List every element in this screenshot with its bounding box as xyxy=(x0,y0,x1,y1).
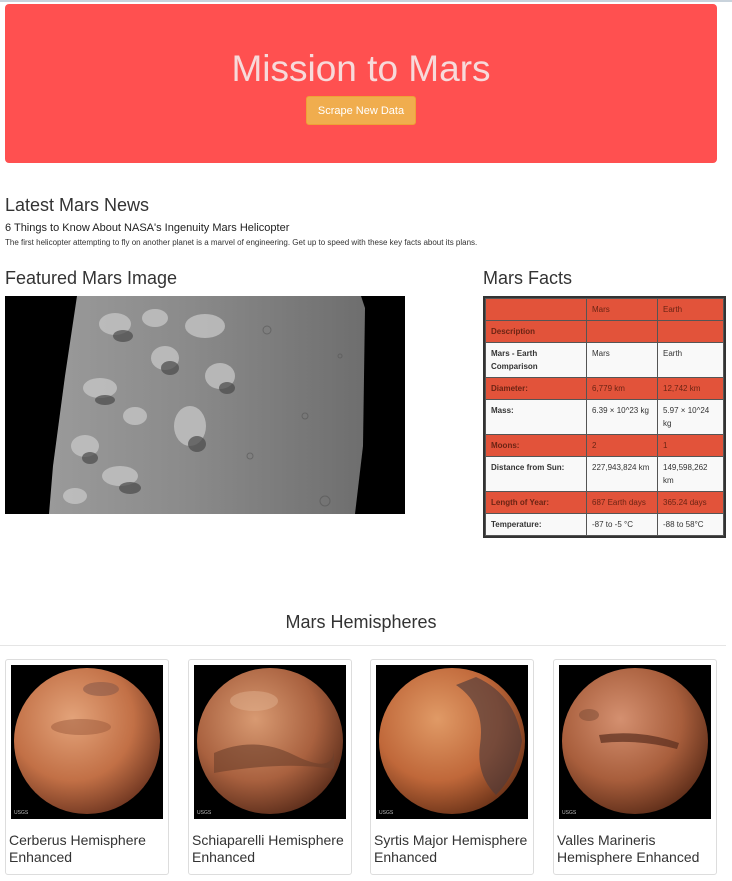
hemisphere-image[interactable]: USGS xyxy=(11,665,163,819)
table-row: Temperature: -87 to -5 °C -88 to 58°C xyxy=(485,513,724,536)
mars-globe-icon xyxy=(14,668,160,814)
table-cell-mars: 6,779 km xyxy=(586,377,658,400)
mars-facts-title: Mars Facts xyxy=(483,268,573,288)
table-cell-earth: 149,598,262 km xyxy=(657,456,724,492)
hemisphere-title[interactable]: Syrtis Major Hemisphere Enhanced xyxy=(374,832,532,866)
table-row: Distance from Sun: 227,943,824 km 149,59… xyxy=(485,456,724,492)
featured-mars-image xyxy=(5,296,405,514)
mars-globe-icon xyxy=(562,668,708,814)
table-cell-earth: Earth xyxy=(657,342,724,378)
table-row-label: Temperature: xyxy=(485,513,587,536)
table-row: Description xyxy=(485,320,724,343)
hemisphere-card-cerberus[interactable]: USGS Cerberus Hemisphere Enhanced xyxy=(5,659,169,875)
featured-image-graphic xyxy=(5,296,405,514)
divider xyxy=(0,645,726,646)
table-row: Mars - Earth Comparison Mars Earth xyxy=(485,342,724,378)
news-teaser: The first helicopter attempting to fly o… xyxy=(5,238,478,247)
hemisphere-image[interactable]: USGS xyxy=(376,665,528,819)
hemisphere-title[interactable]: Schiaparelli Hemisphere Enhanced xyxy=(192,832,350,866)
top-border xyxy=(0,0,732,2)
table-row: Diameter: 6,779 km 12,742 km xyxy=(485,377,724,400)
mars-globe-icon xyxy=(379,668,525,814)
table-row-label: Diameter: xyxy=(485,377,587,400)
table-header-row: Mars Earth xyxy=(485,298,724,321)
table-row-label: Mars - Earth Comparison xyxy=(485,342,587,378)
hemisphere-card-syrtis-major[interactable]: USGS Syrtis Major Hemisphere Enhanced xyxy=(370,659,534,875)
hemisphere-title[interactable]: Valles Marineris Hemisphere Enhanced xyxy=(557,832,715,866)
table-header-cell xyxy=(485,298,587,321)
table-cell-mars: 687 Earth days xyxy=(586,491,658,514)
jumbotron: Mission to Mars Scrape New Data xyxy=(5,4,717,163)
page-title: Mission to Mars xyxy=(231,48,491,89)
usgs-logo: USGS xyxy=(197,810,212,816)
table-cell-mars xyxy=(586,320,658,343)
table-row-label: Distance from Sun: xyxy=(485,456,587,492)
table-cell-mars: -87 to -5 °C xyxy=(586,513,658,536)
table-cell-mars: 2 xyxy=(586,434,658,457)
table-row-label: Description xyxy=(485,320,587,343)
hemisphere-image[interactable]: USGS xyxy=(559,665,711,819)
news-headline: 6 Things to Know About NASA's Ingenuity … xyxy=(5,222,290,234)
table-row-label: Moons: xyxy=(485,434,587,457)
table-cell-mars: 227,943,824 km xyxy=(586,456,658,492)
table-cell-earth: -88 to 58°C xyxy=(657,513,724,536)
table-row: Length of Year: 687 Earth days 365.24 da… xyxy=(485,491,724,514)
usgs-logo: USGS xyxy=(14,810,29,816)
usgs-logo: USGS xyxy=(562,810,577,816)
table-header-cell: Earth xyxy=(657,298,724,321)
table-cell-earth xyxy=(657,320,724,343)
hemispheres-title: Mars Hemispheres xyxy=(285,612,437,632)
table-cell-mars: Mars xyxy=(586,342,658,378)
table-cell-mars: 6.39 × 10^23 kg xyxy=(586,399,658,435)
featured-image-title: Featured Mars Image xyxy=(5,268,178,288)
table-cell-earth: 365.24 days xyxy=(657,491,724,514)
table-header-cell: Mars xyxy=(586,298,658,321)
news-section-title: Latest Mars News xyxy=(5,195,150,215)
scrape-new-data-button[interactable]: Scrape New Data xyxy=(306,96,416,125)
mars-facts-table: Mars Earth Description Mars - Earth Comp… xyxy=(483,296,726,538)
table-cell-earth: 12,742 km xyxy=(657,377,724,400)
hemisphere-card-valles-marineris[interactable]: USGS Valles Marineris Hemisphere Enhance… xyxy=(553,659,717,875)
table-cell-earth: 5.97 × 10^24 kg xyxy=(657,399,724,435)
mars-globe-icon xyxy=(197,668,343,814)
table-cell-earth: 1 xyxy=(657,434,724,457)
table-row: Moons: 2 1 xyxy=(485,434,724,457)
table-row-label: Length of Year: xyxy=(485,491,587,514)
table-row-label: Mass: xyxy=(485,399,587,435)
hemisphere-image[interactable]: USGS xyxy=(194,665,346,819)
hemisphere-card-schiaparelli[interactable]: USGS Schiaparelli Hemisphere Enhanced xyxy=(188,659,352,875)
usgs-logo: USGS xyxy=(379,810,394,816)
table-row: Mass: 6.39 × 10^23 kg 5.97 × 10^24 kg xyxy=(485,399,724,435)
hemisphere-title[interactable]: Cerberus Hemisphere Enhanced xyxy=(9,832,167,866)
